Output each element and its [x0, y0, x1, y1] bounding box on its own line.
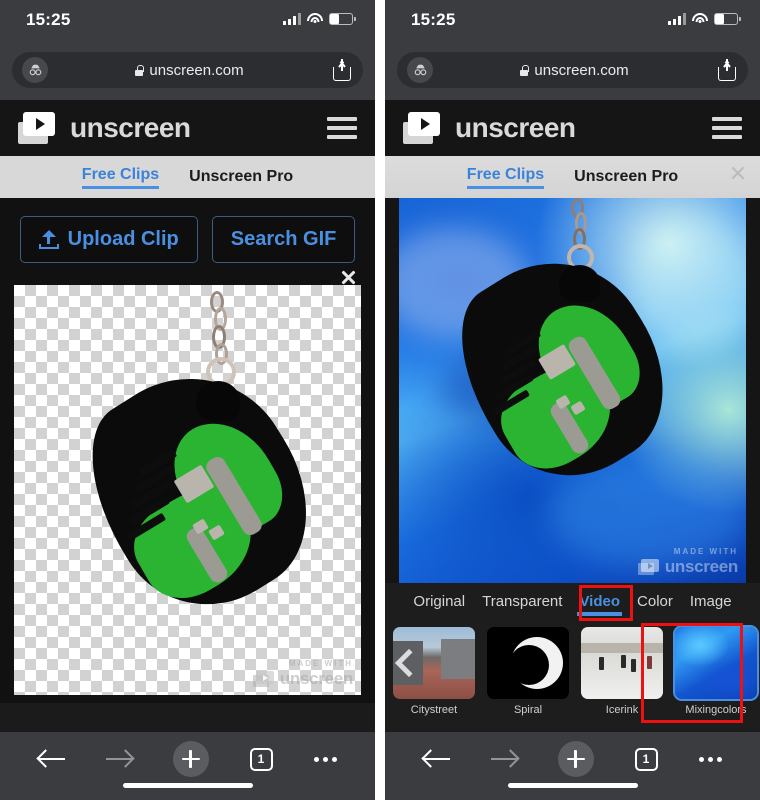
- cellular-signal-icon: [668, 13, 686, 25]
- search-gif-label: Search GIF: [230, 228, 337, 250]
- thumbnail-image: [673, 625, 759, 701]
- home-indicator: [507, 783, 638, 788]
- result-preview-panel: MADE WITH unscreen: [0, 285, 375, 703]
- lock-icon: [520, 64, 529, 76]
- hamburger-menu-icon[interactable]: [327, 117, 357, 139]
- battery-icon: [714, 13, 741, 25]
- chevron-left-icon[interactable]: [394, 648, 424, 678]
- thumbnail-icerink[interactable]: Icerink: [581, 627, 663, 716]
- forward-arrow-icon[interactable]: [490, 749, 520, 769]
- plus-icon[interactable]: [172, 741, 209, 777]
- thumbnail-label: Citystreet: [410, 704, 458, 716]
- incognito-icon[interactable]: [407, 57, 433, 83]
- tab-unscreen-pro[interactable]: Unscreen Pro: [574, 168, 678, 186]
- back-arrow-icon[interactable]: [35, 749, 65, 769]
- site-tabs-bar: Free Clips Unscreen Pro: [0, 156, 375, 198]
- thumbnail-image: [393, 627, 475, 699]
- hamburger-menu-icon[interactable]: [712, 117, 742, 139]
- brand-name: unscreen: [70, 112, 191, 143]
- close-icon[interactable]: [730, 165, 746, 181]
- thumbnail-label: Icerink: [605, 704, 639, 716]
- browser-url-bar-container: unscreen.com: [385, 46, 760, 100]
- share-icon[interactable]: [331, 58, 353, 82]
- thumbnail-mixingcolors[interactable]: Mixingcolors: [673, 625, 759, 716]
- url-display[interactable]: unscreen.com: [433, 62, 716, 79]
- status-bar: 15:25: [385, 0, 760, 46]
- home-indicator: [122, 783, 253, 788]
- address-bar[interactable]: unscreen.com: [12, 52, 363, 88]
- thumbnail-citystreet[interactable]: Citystreet: [393, 627, 475, 716]
- upload-icon: [38, 230, 59, 249]
- plus-icon[interactable]: [557, 741, 594, 777]
- transparent-preview-canvas: MADE WITH unscreen: [14, 285, 361, 695]
- brand-logo-group[interactable]: unscreen: [403, 112, 576, 144]
- incognito-icon[interactable]: [22, 57, 48, 83]
- status-time: 15:25: [411, 10, 456, 29]
- thumbnail-label: Spiral: [513, 704, 543, 716]
- green-sneaker-keychain: [399, 198, 746, 583]
- bgtab-color[interactable]: Color: [635, 591, 675, 616]
- status-icons: [668, 13, 741, 25]
- more-options-icon[interactable]: [698, 756, 722, 762]
- browser-bottom-bar: 1: [385, 732, 760, 800]
- browser-bottom-bar: 1: [0, 732, 375, 800]
- address-bar[interactable]: unscreen.com: [397, 52, 748, 88]
- thumbnail-image: [581, 627, 663, 699]
- background-thumbnail-carousel: Citystreet Spiral Icerink Mixingcolors: [385, 623, 760, 731]
- thumbnail-label: Mixingcolors: [685, 704, 747, 716]
- wifi-icon: [307, 13, 323, 25]
- lock-icon: [135, 64, 144, 76]
- url-display[interactable]: unscreen.com: [48, 62, 331, 79]
- brand-logo-group[interactable]: unscreen: [18, 112, 191, 144]
- bgtab-original[interactable]: Original: [411, 591, 467, 616]
- bgtab-transparent[interactable]: Transparent: [480, 591, 564, 616]
- background-type-tabs: Original Transparent Video Color Image: [385, 583, 760, 623]
- cellular-signal-icon: [283, 13, 301, 25]
- tab-unscreen-pro[interactable]: Unscreen Pro: [189, 168, 293, 186]
- wifi-icon: [692, 13, 708, 25]
- forward-arrow-icon[interactable]: [105, 749, 135, 769]
- share-icon[interactable]: [716, 58, 738, 82]
- browser-url-bar-container: unscreen.com: [0, 46, 375, 100]
- upload-clip-label: Upload Clip: [67, 228, 179, 250]
- green-sneaker-keychain: [14, 285, 361, 695]
- tab-count-button[interactable]: 1: [249, 747, 273, 771]
- upload-clip-button[interactable]: Upload Clip: [19, 216, 198, 263]
- battery-icon: [329, 13, 356, 25]
- action-buttons-row: Upload Clip Search GIF: [0, 198, 375, 285]
- video-preview-panel: MADE WITH unscreen: [385, 198, 760, 583]
- bgtab-video[interactable]: Video: [577, 591, 622, 616]
- site-header: unscreen: [385, 100, 760, 156]
- site-header: unscreen: [0, 100, 375, 156]
- thumbnail-list: Citystreet Spiral Icerink Mixingcolors: [385, 625, 760, 716]
- close-icon[interactable]: [340, 269, 357, 286]
- tab-count-button[interactable]: 1: [634, 747, 658, 771]
- thumbnail-image: [487, 627, 569, 699]
- brand-name: unscreen: [455, 112, 576, 143]
- site-tabs-bar: Free Clips Unscreen Pro: [385, 156, 760, 198]
- unscreen-logo-icon: [18, 112, 58, 144]
- tab-free-clips[interactable]: Free Clips: [81, 166, 160, 189]
- status-bar: 15:25: [0, 0, 375, 46]
- thumbnail-spiral[interactable]: Spiral: [487, 627, 569, 716]
- status-icons: [283, 13, 356, 25]
- url-text: unscreen.com: [149, 61, 244, 79]
- url-text: unscreen.com: [534, 61, 629, 79]
- unscreen-logo-icon: [403, 112, 443, 144]
- back-arrow-icon[interactable]: [420, 749, 450, 769]
- more-options-icon[interactable]: [313, 756, 337, 762]
- bgtab-image[interactable]: Image: [688, 591, 734, 616]
- left-phone-screenshot: 15:25 unscreen.com unscreen Free Clips U…: [0, 0, 375, 800]
- right-phone-screenshot: 15:25 unscreen.com unscreen Free Clips U…: [385, 0, 760, 800]
- status-time: 15:25: [26, 10, 71, 29]
- tab-free-clips[interactable]: Free Clips: [466, 166, 545, 189]
- screenshot-stage: 15:25 unscreen.com unscreen Free Clips U…: [0, 0, 760, 800]
- search-gif-button[interactable]: Search GIF: [211, 216, 356, 263]
- video-preview-canvas: MADE WITH unscreen: [399, 198, 746, 583]
